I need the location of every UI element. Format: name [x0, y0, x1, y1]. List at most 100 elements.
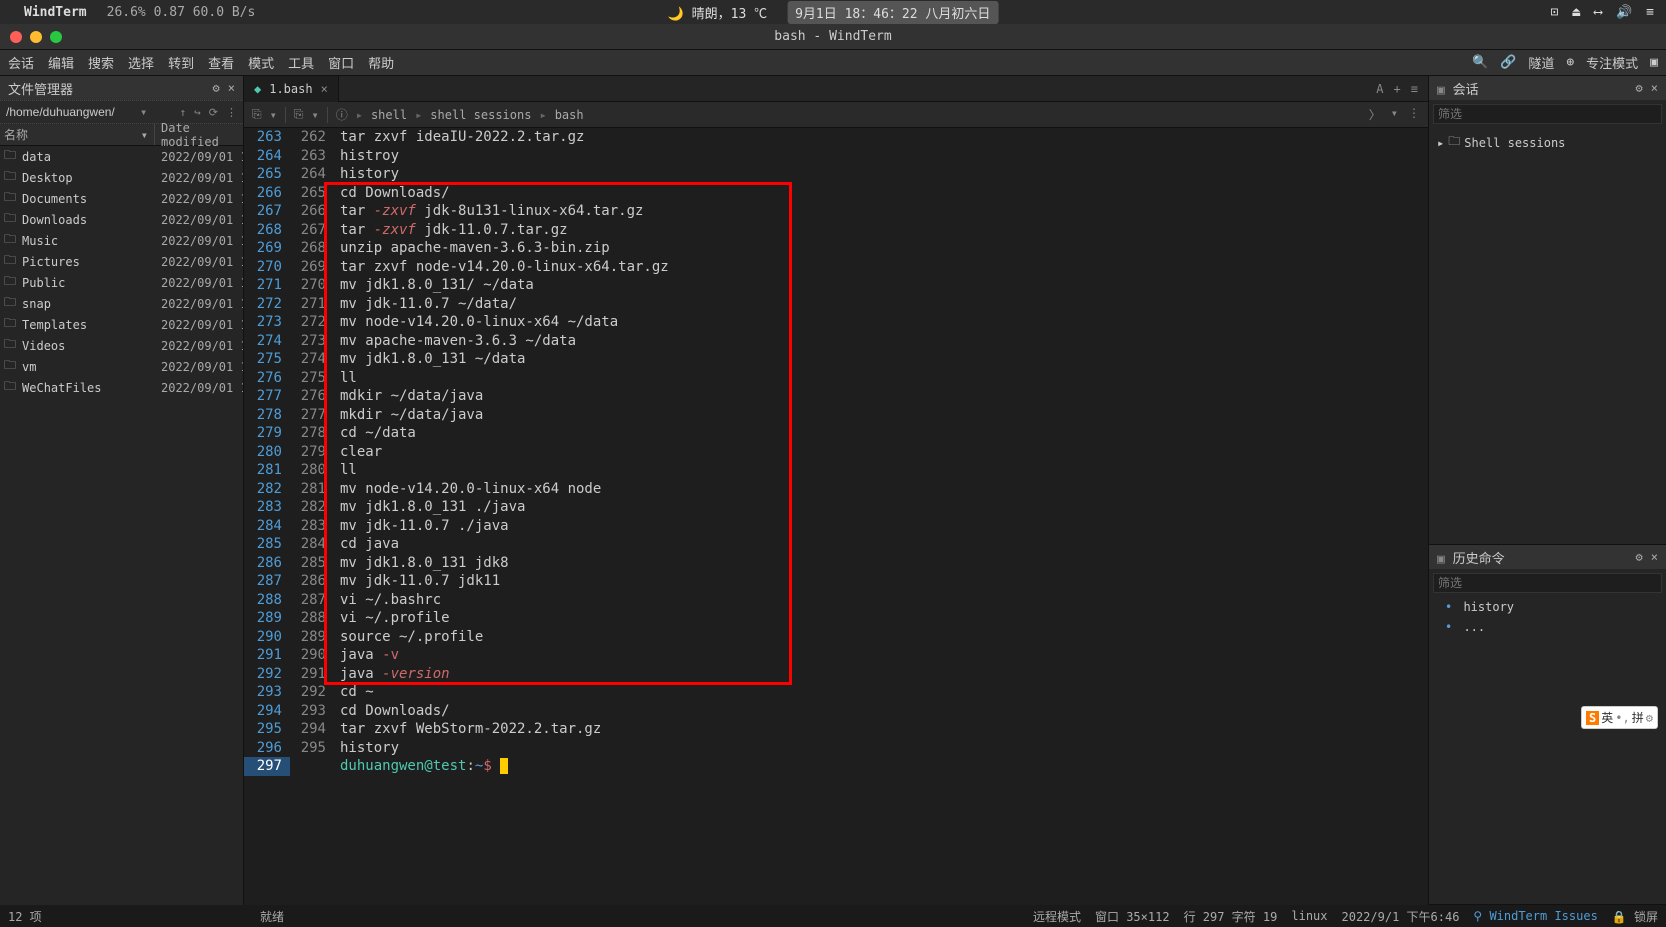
menu-view[interactable]: 查看 — [208, 53, 234, 72]
expand-icon[interactable]: ⟷ — [1594, 5, 1602, 20]
copy-icon[interactable]: ⎘ — [252, 107, 262, 122]
menu-icon[interactable]: ≡ — [1646, 5, 1654, 20]
tunnel-label[interactable]: 隧道 — [1528, 53, 1554, 72]
search-icon[interactable]: 🔍 — [1472, 55, 1488, 70]
focus-icon[interactable]: ⊕ — [1566, 55, 1574, 70]
folder-icon — [4, 251, 18, 272]
menu-session[interactable]: 会话 — [8, 53, 34, 72]
gear-icon[interactable]: ⚙ — [213, 81, 220, 95]
datetime[interactable]: 9月1日 18：46：22 八月初六日 — [787, 1, 998, 24]
tray-icon[interactable]: ⊡ — [1551, 5, 1559, 20]
close-window[interactable] — [10, 31, 22, 43]
paste-down-icon[interactable]: ▾ — [311, 108, 318, 122]
crumb-sep: ▸ — [539, 108, 546, 122]
minimize-window[interactable] — [30, 31, 42, 43]
terminal-line: 269268unzip apache-maven-3.6.3-bin.zip — [244, 239, 1428, 258]
menu-mode[interactable]: 模式 — [248, 53, 274, 72]
file-row[interactable]: WeChatFiles2022/09/01 10 — [0, 377, 243, 398]
col-date-header[interactable]: Date modified — [155, 124, 243, 145]
nav-next-icon[interactable]: 〉 — [1369, 106, 1381, 123]
statusbar: 12 项 就绪 远程模式 窗口 35×112 行 297 字符 19 linux… — [0, 905, 1666, 927]
terminal-line: 283282mv jdk1.8.0_131 ./java — [244, 498, 1428, 517]
file-row[interactable]: Public2022/09/01 10 — [0, 272, 243, 293]
file-row[interactable]: vm2022/09/01 10 — [0, 356, 243, 377]
close-panel-icon[interactable]: × — [1651, 550, 1658, 564]
history-item[interactable]: ... — [1429, 617, 1666, 637]
terminal-line: 281280ll — [244, 461, 1428, 480]
status-remote[interactable]: 远程模式 — [1033, 908, 1081, 925]
maximize-window[interactable] — [50, 31, 62, 43]
tunnel-icon[interactable]: 🔗 — [1500, 55, 1516, 70]
history-filter[interactable] — [1433, 573, 1662, 593]
terminal-line: 272271mv jdk-11.0.7 ~/data/ — [244, 295, 1428, 314]
terminal-line: 297duhuangwen@test:~$ — [244, 757, 1428, 776]
add-tab-icon[interactable]: + — [1394, 82, 1401, 96]
file-row[interactable]: Documents2022/09/01 10 — [0, 188, 243, 209]
terminal-line: 292291java -version — [244, 665, 1428, 684]
volume-icon[interactable]: 🔊 — [1616, 5, 1632, 20]
menu-tools[interactable]: 工具 — [288, 53, 314, 72]
menu-help[interactable]: 帮助 — [368, 53, 394, 72]
history-item[interactable]: history — [1429, 597, 1666, 617]
paste-icon[interactable]: ⎘ — [294, 107, 304, 122]
folder-icon — [4, 209, 18, 230]
file-row[interactable]: Templates2022/09/01 10 — [0, 314, 243, 335]
menu-edit[interactable]: 编辑 — [48, 53, 74, 72]
eject-icon[interactable]: ⏏ — [1572, 5, 1580, 20]
focus-label[interactable]: 专注模式 — [1586, 53, 1638, 72]
folder-icon — [4, 188, 18, 209]
info-icon[interactable]: ⓘ — [336, 106, 348, 123]
terminal-line: 274273mv apache-maven-3.6.3 ~/data — [244, 332, 1428, 351]
font-size-icon[interactable]: A — [1376, 82, 1383, 96]
ime-indicator[interactable]: S 英 •, 拼 ⚙ — [1581, 706, 1658, 729]
file-row[interactable]: Music2022/09/01 10 — [0, 230, 243, 251]
sessions-root[interactable]: ▸ 🗀 Shell sessions — [1429, 128, 1666, 157]
crumb-sessions[interactable]: shell sessions — [430, 108, 531, 122]
file-row[interactable]: Downloads2022/09/01 15 — [0, 209, 243, 230]
up-icon[interactable]: ↑ — [180, 106, 187, 119]
file-row[interactable]: Desktop2022/09/01 10 — [0, 167, 243, 188]
menu-select[interactable]: 选择 — [128, 53, 154, 72]
file-row[interactable]: Pictures2022/09/01 10 — [0, 251, 243, 272]
fwd-icon[interactable]: ↪ — [194, 106, 201, 119]
nav-more-icon[interactable]: ⋮ — [1408, 106, 1420, 123]
terminal-line: 275274mv jdk1.8.0_131 ~/data — [244, 350, 1428, 369]
tab-label: 1.bash — [269, 82, 312, 96]
menu-window[interactable]: 窗口 — [328, 53, 354, 72]
menu-search[interactable]: 搜索 — [88, 53, 114, 72]
copy-down-icon[interactable]: ▾ — [270, 108, 277, 122]
tab-close-icon[interactable]: × — [321, 82, 328, 96]
tab-menu-icon[interactable]: ≡ — [1411, 82, 1418, 96]
terminal-line: 266265cd Downloads/ — [244, 184, 1428, 203]
gear-icon[interactable]: ⚙ — [1636, 550, 1643, 564]
nav-dropdown-icon[interactable]: ▾ — [1391, 106, 1398, 123]
terminal-line: 296295history — [244, 739, 1428, 758]
folder-icon — [4, 146, 18, 167]
col-name-header[interactable]: 名称▾ — [0, 124, 155, 145]
terminal-line: 287286mv jdk-11.0.7 jdk11 — [244, 572, 1428, 591]
issues-link[interactable]: ⚲ WindTerm Issues — [1473, 909, 1597, 923]
close-panel-icon[interactable]: × — [1651, 81, 1658, 95]
lock-screen[interactable]: 🔒 锁屏 — [1612, 908, 1658, 925]
file-row[interactable]: data2022/09/01 18 — [0, 146, 243, 167]
path-dropdown-icon[interactable]: ▾ — [140, 105, 147, 119]
file-row[interactable]: Videos2022/09/01 11 — [0, 335, 243, 356]
menu-goto[interactable]: 转到 — [168, 53, 194, 72]
tab-bash[interactable]: ◆ 1.bash × — [244, 76, 339, 102]
crumb-shell[interactable]: shell — [371, 108, 407, 122]
crumb-bash[interactable]: bash — [555, 108, 584, 122]
refresh-icon[interactable]: ⟳ — [209, 106, 218, 119]
sessions-filter[interactable] — [1433, 104, 1662, 124]
path-input[interactable] — [6, 105, 136, 119]
layout-icon[interactable]: ▣ — [1650, 55, 1658, 70]
terminal-line: 290289source ~/.profile — [244, 628, 1428, 647]
macos-menubar: WindTerm 26.6% 0.87 60.0 B/s 🌙 晴朗，13 ℃ 9… — [0, 0, 1666, 24]
gear-icon[interactable]: ⚙ — [1636, 81, 1643, 95]
ime-logo-icon: S — [1586, 711, 1599, 725]
terminal-line: 263262tar zxvf ideaIU-2022.2.tar.gz — [244, 128, 1428, 147]
close-panel-icon[interactable]: × — [228, 81, 235, 95]
terminal[interactable]: 263262tar zxvf ideaIU-2022.2.tar.gz26426… — [244, 128, 1428, 905]
file-row[interactable]: snap2022/09/01 15 — [0, 293, 243, 314]
folder-icon — [4, 272, 18, 293]
more-icon[interactable]: ⋮ — [226, 106, 237, 119]
